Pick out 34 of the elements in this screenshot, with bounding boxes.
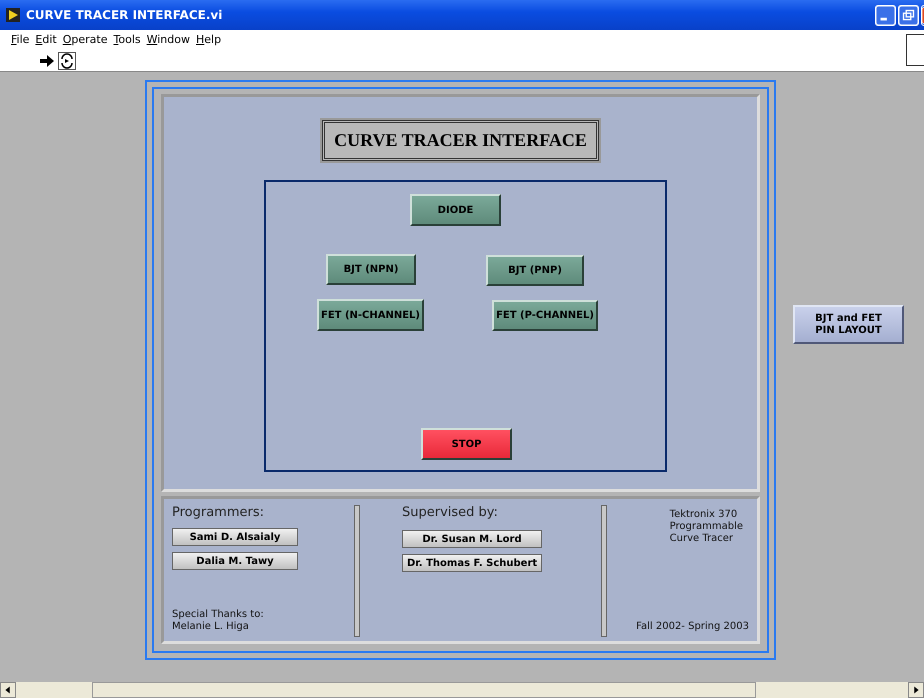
window-title: CURVE TRACER INTERFACE.vi	[26, 8, 224, 22]
panel-title: CURVE TRACER INTERFACE	[322, 120, 599, 161]
mode-button[interactable]: FET (P-CHANNEL)	[492, 300, 598, 331]
section-label: Programmers:	[172, 505, 264, 520]
name-button[interactable]: Dalia M. Tawy	[172, 552, 298, 570]
menu-item[interactable]: File	[8, 33, 32, 49]
mode-button[interactable]: DIODE	[410, 194, 501, 226]
menu-item[interactable]: Edit	[32, 33, 60, 49]
menu-item[interactable]: Operate	[60, 33, 110, 49]
menu-item[interactable]: Tools	[110, 33, 144, 49]
menu-item[interactable]: Help	[193, 33, 224, 49]
scrollbar-thumb[interactable]	[92, 682, 756, 698]
pin-layout-button[interactable]: BJT and FET PIN LAYOUT	[793, 305, 904, 344]
mode-button[interactable]: BJT (PNP)	[486, 255, 584, 286]
run-continuously-icon[interactable]	[58, 52, 76, 70]
splitter-bar[interactable]	[354, 505, 360, 637]
run-arrow-icon	[6, 8, 20, 22]
scroll-right-icon[interactable]	[908, 682, 924, 698]
instrument-text: Tektronix 370 Programmable Curve Tracer	[670, 509, 743, 545]
run-icon[interactable]	[38, 52, 56, 70]
minimize-icon[interactable]	[875, 4, 896, 26]
name-button[interactable]: Sami D. Alsaialy	[172, 528, 298, 546]
scroll-left-icon[interactable]	[0, 682, 16, 698]
restore-icon[interactable]	[898, 4, 919, 26]
section-label: Supervised by:	[402, 505, 498, 520]
splitter-bar[interactable]	[601, 505, 607, 637]
mode-button[interactable]: FET (N-CHANNEL)	[317, 299, 424, 331]
mode-button[interactable]: BJT (NPN)	[326, 254, 416, 285]
name-button[interactable]: Dr. Susan M. Lord	[402, 530, 542, 548]
menu-item[interactable]: Window	[144, 33, 193, 49]
stop-button[interactable]: STOP	[421, 428, 512, 460]
thanks-text: Special Thanks to: Melanie L. Higa	[172, 609, 264, 633]
name-button[interactable]: Dr. Thomas F. Schubert	[402, 554, 542, 572]
date-text: Fall 2002- Spring 2003	[636, 621, 749, 633]
